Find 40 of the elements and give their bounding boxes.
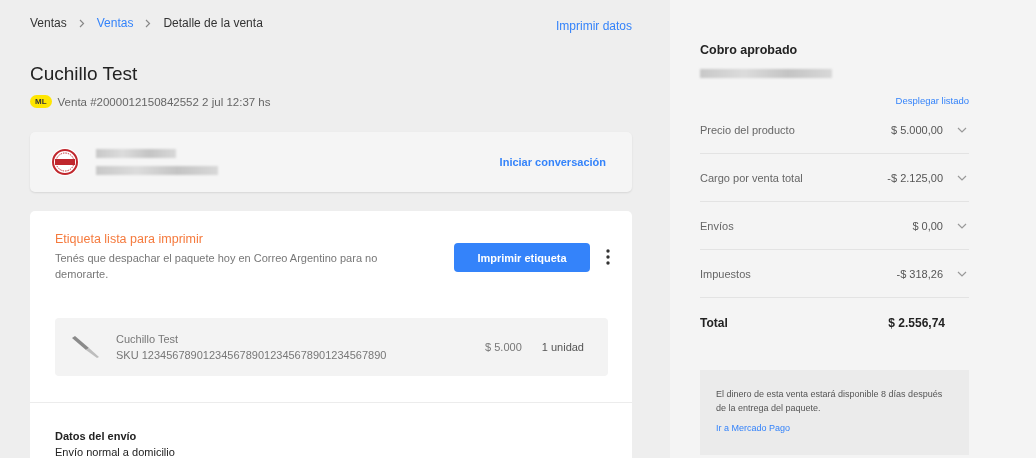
- breadcrumb-item[interactable]: Ventas: [96, 16, 134, 30]
- marketplace-badge: ML: [30, 95, 52, 108]
- mercado-pago-link[interactable]: Ir a Mercado Pago: [716, 421, 953, 435]
- shipping-title: Datos del envío: [55, 429, 138, 444]
- chevron-down-icon[interactable]: [957, 174, 967, 181]
- item-price: $ 5.000: [485, 341, 522, 353]
- breakdown-amount: $ 5.000,00: [891, 123, 943, 136]
- total-amount: $ 2.556,74: [888, 316, 945, 330]
- dispatch-message: Tenés que despachar el paquete hoy en Correo Argentino para no demorarte.: [55, 251, 379, 282]
- expand-list-link[interactable]: Desplegar listado: [895, 95, 969, 106]
- breadcrumb-item[interactable]: Detalle de la venta: [163, 16, 263, 30]
- item-name: Cuchillo Test: [116, 332, 180, 347]
- breakdown-label: Envíos: [700, 219, 735, 232]
- chevron-down-icon[interactable]: [957, 126, 967, 133]
- knife-icon: [71, 335, 101, 359]
- more-options-icon[interactable]: [606, 249, 610, 265]
- chevron-right-icon: [145, 18, 152, 28]
- breadcrumb-item[interactable]: Ventas: [30, 16, 67, 30]
- print-data-link[interactable]: Imprimir datos: [556, 19, 632, 33]
- breakdown-label: Precio del producto: [700, 123, 796, 136]
- shipping-method: Envío normal a domicilio: [55, 445, 176, 458]
- breakdown-label: Impuestos: [700, 267, 752, 280]
- print-label-button[interactable]: Imprimir etiqueta: [454, 243, 590, 272]
- total-label: Total: [700, 316, 728, 330]
- start-conversation-link[interactable]: Iniciar conversación: [499, 156, 606, 168]
- chevron-down-icon[interactable]: [957, 270, 967, 277]
- item-sku: SKU 1234567890123456789012345678901234567890: [116, 348, 388, 363]
- breakdown-amount: $ 0,00: [912, 219, 943, 232]
- product-title: Cuchillo Test: [30, 63, 139, 85]
- chevron-right-icon: [78, 18, 85, 28]
- label-status: Etiqueta lista para imprimir: [55, 232, 204, 246]
- item-quantity: 1 unidad: [541, 341, 584, 353]
- breakdown-label: Cargo por venta total: [700, 171, 804, 184]
- tester-stamp-icon: [50, 147, 80, 177]
- chevron-down-icon[interactable]: [957, 222, 967, 229]
- breakdown-amount: -$ 318,26: [896, 267, 943, 280]
- breakdown-amount: -$ 2.125,00: [887, 171, 943, 184]
- availability-note: El dinero de esta venta estará disponible 8 días después de la entrega del paquete.: [716, 388, 944, 415]
- payment-status: Cobro aprobado: [700, 43, 799, 57]
- sale-info: Venta #2000012150842552 2 jul 12:37 hs: [57, 95, 271, 108]
